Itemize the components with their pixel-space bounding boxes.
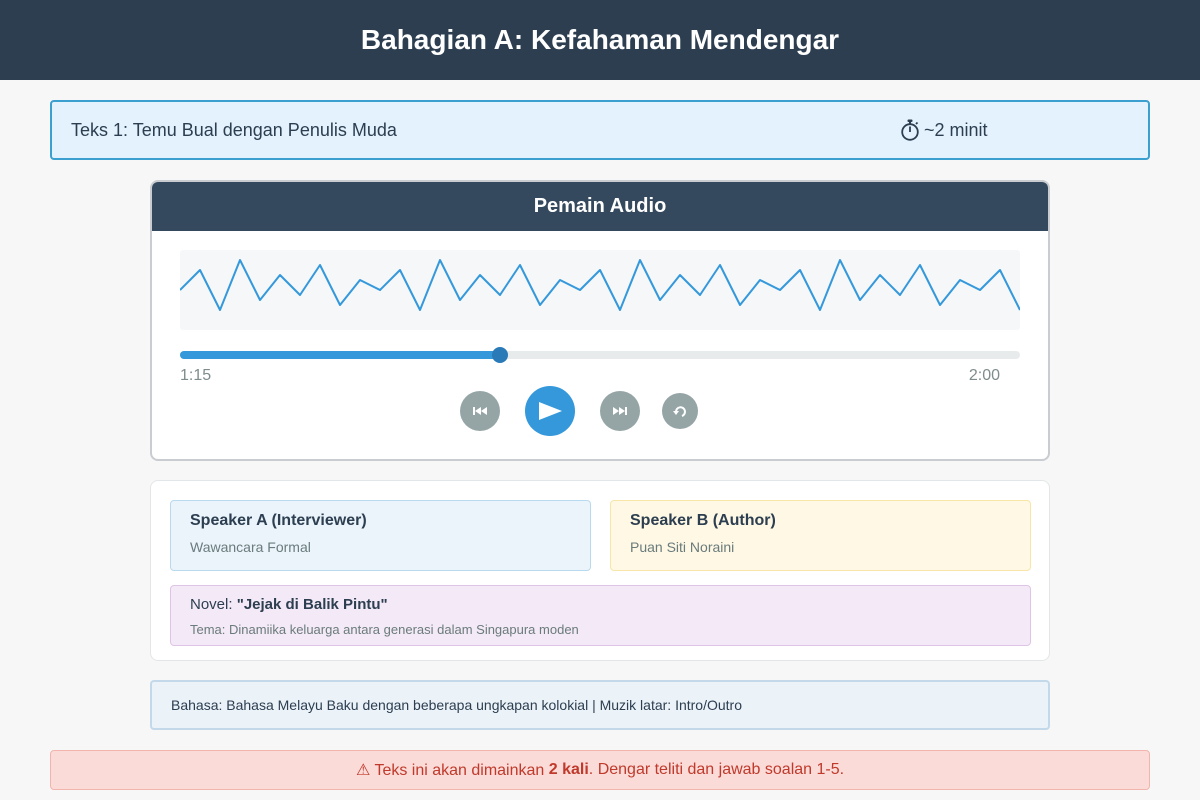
skip-forward-icon [612, 406, 628, 416]
speaker-a-subtitle: Wawancara Formal [190, 539, 311, 555]
stopwatch-icon [900, 119, 920, 141]
speaker-b-subtitle: Puan Siti Noraini [630, 539, 735, 555]
waveform [180, 250, 1020, 330]
speaker-b-title: Speaker B (Author) [630, 512, 776, 529]
text-info-bar: Teks 1: Temu Bual dengan Penulis Muda ~2… [50, 100, 1150, 160]
page-title: Bahagian A: Kefahaman Mendengar [360, 24, 840, 55]
warning-emphasis: 2 kali [548, 761, 589, 778]
speaker-a-card: Speaker A (Interviewer) Wawancara Formal [170, 500, 591, 571]
current-time: 1:15 [180, 367, 212, 384]
play-icon [537, 400, 563, 422]
novel-line: Novel: "Jejak di Balik Pintu" [190, 596, 1011, 613]
text-title: Teks 1: Temu Bual dengan Penulis Muda [71, 119, 397, 140]
total-time: 2:00 [968, 367, 1000, 384]
player-title: Pemain Audio [533, 195, 667, 217]
language-note: Bahasa: Bahasa Melayu Baku dengan bebera… [150, 680, 1050, 730]
rewind-button[interactable] [460, 391, 500, 431]
warning-suffix: . Dengar teliti dan jawab soalan 1-5. [588, 761, 845, 778]
speaker-panel: Speaker A (Interviewer) Wawancara Formal… [150, 480, 1050, 661]
play-button[interactable] [525, 386, 575, 436]
warning-prefix: ⚠ Teks ini akan dimainkan [355, 762, 545, 779]
novel-theme: Tema: Dinamiika keluarga antara generasi… [190, 622, 579, 637]
page-header: Bahagian A: Kefahaman Mendengar [0, 0, 1200, 80]
progress-bar[interactable] [180, 347, 1020, 363]
skip-back-icon [472, 406, 488, 416]
duration-text: ~2 minit [924, 119, 988, 140]
novel-name: "Jejak di Balik Pintu" [236, 596, 388, 613]
speaker-b-card: Speaker B (Author) Puan Siti Noraini [610, 500, 1031, 571]
duration: ~2 minit [900, 102, 988, 158]
replay-button[interactable] [662, 393, 698, 429]
replay-icon [672, 403, 688, 419]
language-note-text: Bahasa: Bahasa Melayu Baku dengan bebera… [171, 697, 742, 713]
progress-handle[interactable] [492, 347, 509, 363]
player-header: Pemain Audio [152, 182, 1048, 231]
forward-button[interactable] [600, 391, 640, 431]
novel-card: Novel: "Jejak di Balik Pintu" Tema: Dina… [170, 585, 1031, 646]
audio-player: Pemain Audio 1:15 2:00 [150, 180, 1050, 461]
speaker-a-title: Speaker A (Interviewer) [190, 512, 367, 529]
progress-fill [180, 351, 501, 359]
warning-banner: ⚠ Teks ini akan dimainkan 2 kali. Dengar… [50, 750, 1150, 790]
novel-label: Novel: [190, 596, 233, 613]
